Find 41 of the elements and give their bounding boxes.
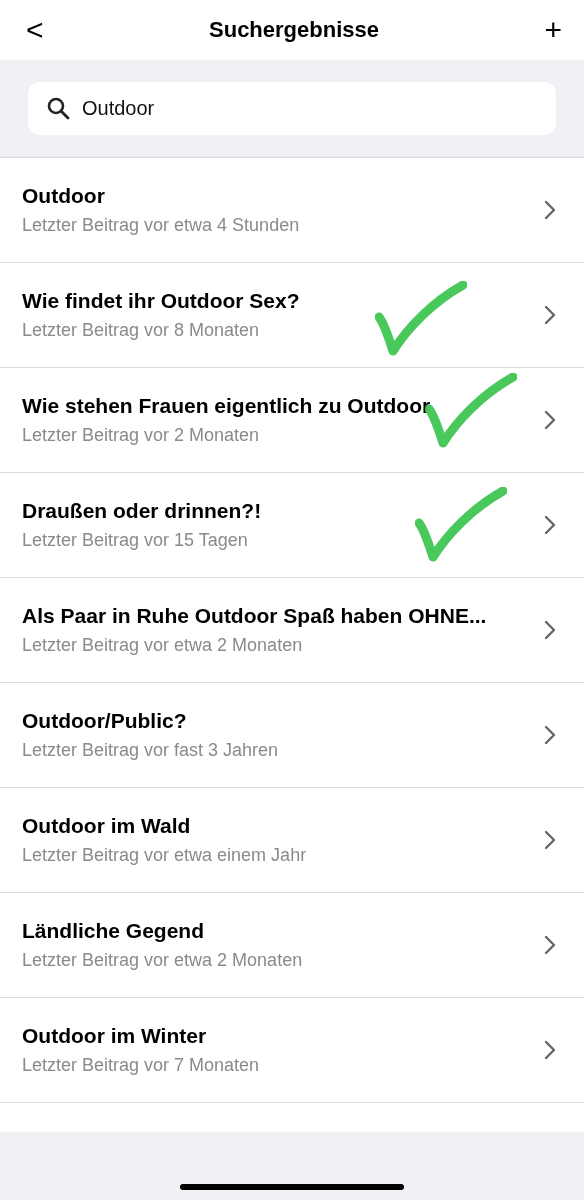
chevron-icon (544, 830, 556, 850)
result-row[interactable]: Outdoor/Public? Letzter Beitrag vor fast 3 Jahren (0, 683, 584, 788)
result-subtitle: Letzter Beitrag vor 7 Monaten (22, 1055, 261, 1076)
result-subtitle: Letzter Beitrag vor 2 Monaten (22, 425, 261, 446)
search-icon (46, 96, 70, 120)
result-title: Als Paar in Ruhe Outdoor Spaß haben OHNE... (22, 604, 488, 628)
result-subtitle: Letzter Beitrag vor etwa 2 Monaten (22, 950, 304, 971)
back-button[interactable]: < (22, 15, 48, 45)
add-button[interactable]: + (540, 15, 566, 45)
chevron-icon (544, 515, 556, 535)
chevron-icon (544, 725, 556, 745)
chevron-icon (544, 620, 556, 640)
chevron-icon (544, 410, 556, 430)
result-title: Wie findet ihr Outdoor Sex? (22, 289, 301, 313)
result-title: Draußen oder drinnen?! (22, 499, 263, 523)
chevron-icon (544, 200, 556, 220)
result-subtitle: Letzter Beitrag vor 15 Tagen (22, 530, 249, 551)
result-row[interactable]: Ländliche Gegend Letzter Beitrag vor etwa 2 Monaten (0, 893, 584, 998)
page-title: Suchergebnisse (209, 17, 379, 43)
search-field[interactable]: Outdoor (28, 82, 556, 135)
chevron-icon (544, 935, 556, 955)
result-subtitle: Letzter Beitrag vor fast 3 Jahren (22, 740, 280, 761)
result-row[interactable]: Wie findet ihr Outdoor Sex? Letzter Beitrag vor 8 Monaten (0, 263, 584, 368)
result-row[interactable]: Draußen oder drinnen?! Letzter Beitrag vor 15 Tagen (0, 473, 584, 578)
result-title: Outdoor (22, 184, 106, 208)
result-title: Outdoor/Public? (22, 709, 188, 733)
result-row[interactable]: Outdoor im Wald Letzter Beitrag vor etwa einem Jahr (0, 788, 584, 893)
result-title: Ländliche Gegend (22, 919, 206, 943)
result-row[interactable]: Outdoor Letzter Beitrag vor etwa 4 Stunden (0, 158, 584, 263)
result-row[interactable]: Wie stehen Frauen eigentlich zu Outdoor Letzter Beitrag vor 2 Monaten (0, 368, 584, 473)
result-row[interactable]: Outdoor im Winter Letzter Beitrag vor 7 Monaten (0, 998, 584, 1103)
chevron-icon (544, 1040, 556, 1060)
result-title: Outdoor im Winter (22, 1024, 208, 1048)
chevron-icon (544, 305, 556, 325)
result-title: Outdoor im Wald (22, 814, 192, 838)
result-subtitle: Letzter Beitrag vor 8 Monaten (22, 320, 261, 341)
result-subtitle: Letzter Beitrag vor etwa einem Jahr (22, 845, 308, 866)
result-title: Wie stehen Frauen eigentlich zu Outdoor (22, 394, 432, 418)
result-subtitle: Letzter Beitrag vor etwa 4 Stunden (22, 215, 301, 236)
result-subtitle: Letzter Beitrag vor etwa 2 Monaten (22, 635, 304, 656)
result-row[interactable]: Als Paar in Ruhe Outdoor Spaß haben OHNE... Letzter Beitrag vor etwa 2 Monaten (0, 578, 584, 683)
